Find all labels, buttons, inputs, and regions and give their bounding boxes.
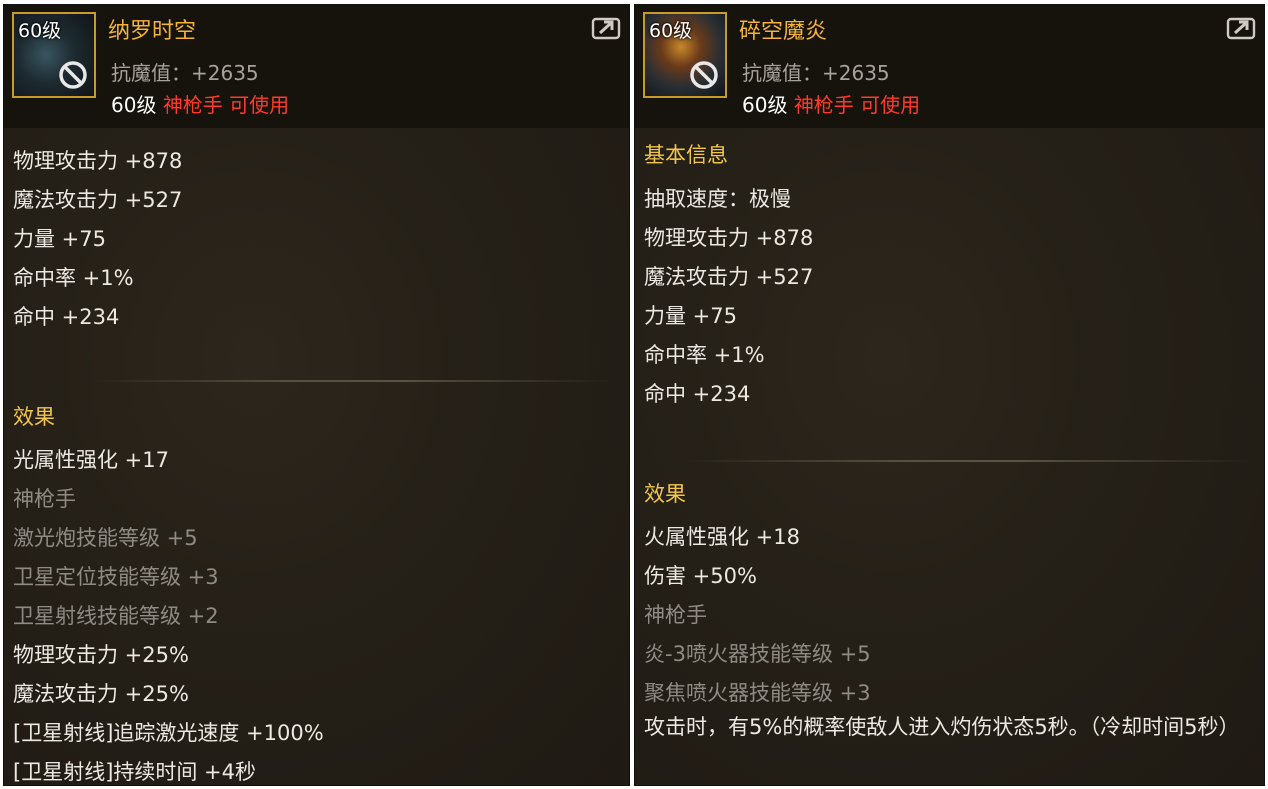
- share-icon[interactable]: [1226, 16, 1256, 40]
- item-tooltip-right: 60级 碎空魔炎 抗魔值：+2635 60级 神枪手 可使用 基本信息 抽取速度…: [634, 4, 1265, 786]
- skill-line: 激光炮技能等级 +5: [13, 526, 198, 550]
- proc-effect-text: 攻击时，有5%的概率使敌人进入灼伤状态5秒。（冷却时间5秒）: [644, 715, 1240, 739]
- usage-requirement: 60级 神枪手 可使用: [111, 89, 289, 118]
- tooltip-header: 60级 碎空魔炎 抗魔值：+2635 60级 神枪手 可使用: [635, 5, 1264, 128]
- effect-line: 物理攻击力 +25%: [13, 643, 189, 667]
- required-level: 60级: [742, 93, 788, 117]
- effect-line: 火属性强化 +18: [644, 525, 800, 549]
- stat-line: 力量 +75: [13, 227, 106, 251]
- stat-line: 物理攻击力 +878: [13, 149, 183, 173]
- stat-line: 命中率 +1%: [644, 343, 765, 367]
- anti-magic-value: 抗魔值：+2635: [742, 61, 890, 85]
- skill-line: 炎-3喷火器技能等级 +5: [644, 642, 871, 666]
- effect-line: 光属性强化 +17: [13, 448, 169, 472]
- class-label: 神枪手: [13, 487, 76, 511]
- usage-requirement: 60级 神枪手 可使用: [742, 89, 920, 118]
- forbidden-icon: [690, 61, 718, 89]
- stat-line: 力量 +75: [644, 304, 737, 328]
- skill-line: 卫星射线技能等级 +2: [13, 604, 219, 628]
- stat-line: 物理攻击力 +878: [644, 226, 814, 250]
- basic-info-section-title: 基本信息: [644, 143, 728, 167]
- draw-speed-line: 抽取速度：极慢: [644, 187, 791, 211]
- effect-line: [卫星射线]追踪激光速度 +100%: [13, 721, 324, 745]
- anti-magic-value: 抗魔值：+2635: [111, 61, 259, 85]
- forbidden-icon: [59, 61, 87, 89]
- item-tooltip-left: 60级 纳罗时空 抗魔值：+2635 60级 神枪手 可使用 物理攻击力 +87…: [3, 4, 630, 786]
- item-level-badge: 60级: [649, 20, 693, 42]
- item-icon[interactable]: 60级: [12, 12, 96, 98]
- required-class: 神枪手 可使用: [793, 93, 921, 117]
- item-icon[interactable]: 60级: [643, 12, 727, 98]
- stat-line: 魔法攻击力 +527: [13, 188, 183, 212]
- required-class: 神枪手 可使用: [162, 93, 290, 117]
- effect-section-title: 效果: [644, 482, 686, 506]
- item-level-badge: 60级: [18, 20, 62, 42]
- skill-line: 聚焦喷火器技能等级 +3: [644, 681, 871, 705]
- effect-line: 魔法攻击力 +25%: [13, 682, 189, 706]
- share-icon[interactable]: [591, 16, 621, 40]
- effect-line: [卫星射线]持续时间 +4秒: [13, 760, 257, 784]
- section-divider: [93, 380, 613, 382]
- section-divider: [684, 460, 1254, 462]
- tooltip-header: 60级 纳罗时空 抗魔值：+2635 60级 神枪手 可使用: [4, 5, 629, 128]
- item-name: 碎空魔炎: [739, 19, 828, 44]
- required-level: 60级: [111, 93, 157, 117]
- stat-line: 魔法攻击力 +527: [644, 265, 814, 289]
- class-label: 神枪手: [644, 603, 707, 627]
- effect-line: 伤害 +50%: [644, 564, 757, 588]
- stat-line: 命中率 +1%: [13, 266, 134, 290]
- stat-line: 命中 +234: [13, 305, 120, 329]
- item-name: 纳罗时空: [108, 19, 197, 44]
- effect-section-title: 效果: [13, 405, 55, 429]
- stat-line: 命中 +234: [644, 382, 751, 406]
- skill-line: 卫星定位技能等级 +3: [13, 565, 219, 589]
